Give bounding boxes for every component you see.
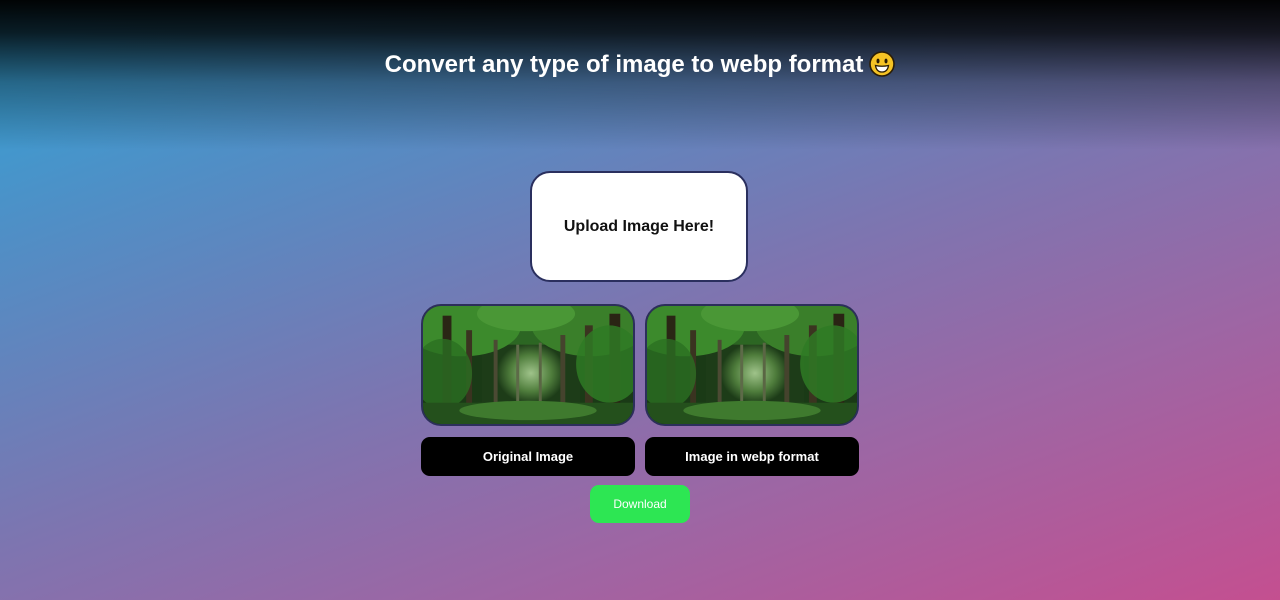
upload-dropzone[interactable]: Upload Image Here!	[530, 171, 748, 282]
grinning-face-icon	[869, 51, 896, 77]
original-image-caption: Original Image	[421, 437, 635, 476]
page-title-text: Convert any type of image to webp format	[384, 51, 864, 78]
page-title: Convert any type of image to webp format	[0, 48, 1280, 82]
forest-image	[423, 306, 633, 424]
webp-image-caption: Image in webp format	[645, 437, 859, 476]
forest-image	[647, 306, 857, 424]
webp-image-preview	[645, 304, 859, 426]
download-button[interactable]: Download	[590, 485, 690, 523]
upload-label: Upload Image Here!	[563, 217, 715, 235]
original-image-preview	[421, 304, 635, 426]
